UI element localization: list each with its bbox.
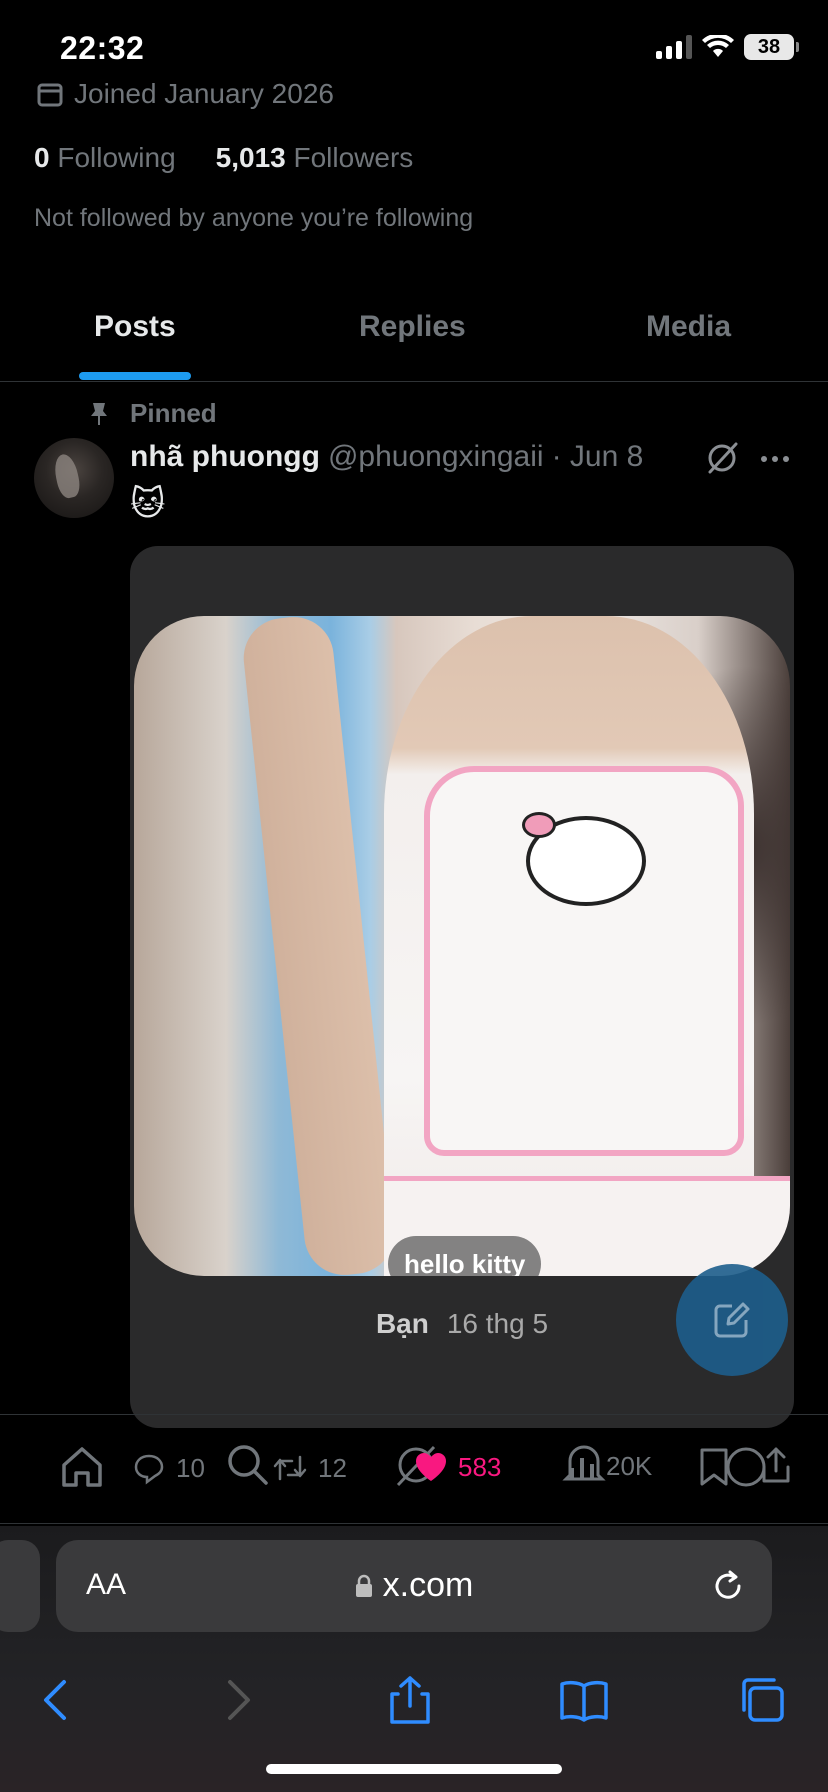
tab-media[interactable]: Media [646,310,731,344]
like-count: 583 [458,1451,502,1482]
photo-caption: hello kitty [388,1236,542,1276]
wifi-icon [702,35,734,57]
compose-icon [714,1302,750,1338]
pinned-label: Pinned [88,398,217,429]
story-author: Bạn [375,1308,429,1339]
url-display[interactable]: x.com [56,1566,772,1605]
cellular-signal-icon [656,35,692,59]
more-options-icon[interactable] [756,444,794,474]
views-icon [570,1457,594,1480]
home-icon[interactable] [58,1443,106,1491]
post-photo[interactable]: hello kitty [134,616,790,1276]
grok-icon[interactable] [704,440,740,476]
following-label: Following [57,142,176,173]
heart-icon [416,1453,446,1481]
active-tab-indicator [79,372,191,380]
tab-replies[interactable]: Replies [359,310,466,344]
post-date[interactable]: · Jun 8 [552,440,644,474]
following-count: 0 [34,142,50,173]
previous-tab-preview[interactable] [0,1540,40,1632]
calendar-icon [37,83,63,107]
search-icon[interactable] [224,1441,272,1489]
repost-button[interactable]: 12 [272,1451,347,1485]
post-header: nhã phuongg @phuongxingaii · Jun 8 [130,440,643,474]
post-text: 🐱 [130,485,166,523]
url-text: x.com [382,1566,474,1604]
post-author-handle[interactable]: @phuongxingaii [328,440,544,474]
forward-icon[interactable] [210,1674,262,1726]
reply-button[interactable]: 10 [132,1451,205,1485]
joined-text: Joined January 2026 [74,78,334,109]
bookmarks-icon[interactable] [558,1674,610,1726]
post-actions: 10 12 583 20K [0,1414,828,1524]
joined-date: Joined January 2026 [36,78,334,110]
pinned-text: Pinned [130,398,217,428]
back-icon[interactable] [32,1674,84,1726]
avatar[interactable] [34,438,114,518]
repost-icon [273,1455,307,1481]
post-author-name[interactable]: nhã phuongg [130,440,320,474]
tabs-icon[interactable] [736,1674,788,1726]
reload-icon[interactable] [710,1568,746,1604]
status-icons: 38 [656,34,799,60]
views-button[interactable]: 20K [568,1451,652,1482]
followers-count: 5,013 [215,142,286,173]
reply-count: 10 [176,1452,205,1483]
browser-toolbar [0,1654,828,1754]
not-followed-note: Not followed by anyone you’re following [34,204,474,232]
follow-stats: 0 Following 5,013 Followers [34,142,413,174]
reply-icon [134,1454,164,1485]
pin-icon [91,402,107,425]
views-count: 20K [606,1451,653,1481]
story-date: 16 thg 5 [446,1308,549,1339]
share-icon[interactable] [758,1445,794,1485]
repost-count: 12 [318,1452,347,1483]
followers-label: Followers [293,142,414,173]
browser-chrome: AA x.com [0,1526,828,1792]
battery-icon: 38 [744,34,799,60]
status-time: 22:32 [60,30,145,66]
share-sheet-icon[interactable] [384,1674,436,1726]
following-link[interactable]: 0 Following [34,142,176,174]
compose-button[interactable] [676,1264,788,1376]
tab-posts[interactable]: Posts [94,310,176,344]
like-button[interactable]: 583 [414,1451,501,1483]
followers-link[interactable]: 5,013 Followers [216,142,414,174]
profile-tabs: Posts Replies Media [0,290,828,382]
address-bar[interactable]: AA x.com [56,1540,772,1632]
lock-icon [355,1574,372,1597]
home-indicator[interactable] [266,1764,562,1774]
